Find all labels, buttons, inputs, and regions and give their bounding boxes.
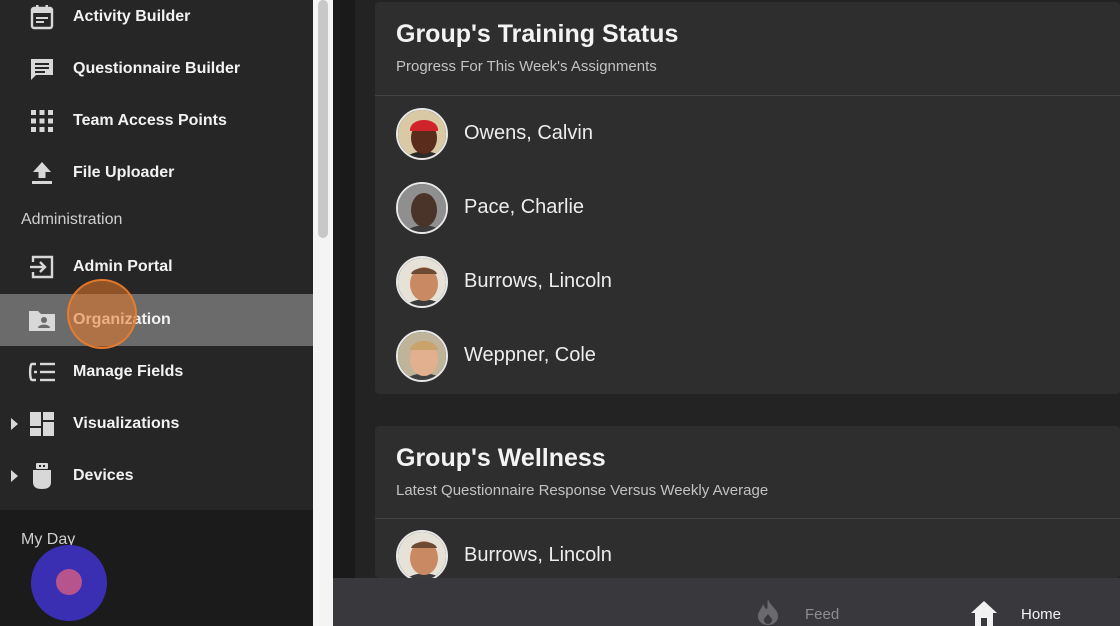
sidebar-item-label: Team Access Points: [73, 112, 227, 129]
athlete-row[interactable]: Pace, Charlie: [375, 170, 1120, 244]
section-label-administration: Administration: [21, 211, 123, 228]
sidebar-item-organization[interactable]: Organization: [0, 294, 313, 346]
nav-feed-label: Feed: [805, 606, 840, 623]
dashboard-icon: [28, 410, 56, 438]
sidebar-item-activity-builder[interactable]: Activity Builder: [0, 0, 313, 43]
sidebar-scrollbar-thumb[interactable]: [318, 0, 328, 238]
expand-caret-icon[interactable]: [11, 418, 18, 430]
sidebar: Activity Builder Questionnaire Builder T…: [0, 0, 313, 626]
card-subtitle: Latest Questionnaire Response Versus Wee…: [396, 482, 769, 499]
card-title: Group's Training Status: [396, 20, 679, 48]
sidebar-item-label: Activity Builder: [73, 8, 191, 25]
expand-caret-icon[interactable]: [11, 470, 18, 482]
card-title: Group's Wellness: [396, 444, 606, 472]
athlete-row[interactable]: Weppner, Cole: [375, 318, 1120, 392]
avatar: [396, 530, 448, 582]
login-arrow-icon: [28, 253, 56, 281]
sidebar-item-label: File Uploader: [73, 164, 175, 181]
device-icon: [28, 462, 56, 490]
calendar-icon: [28, 3, 56, 31]
nav-home[interactable]: Home: [970, 578, 1080, 626]
athlete-row[interactable]: Owens, Calvin: [375, 96, 1120, 170]
athlete-row[interactable]: Burrows, Lincoln: [375, 244, 1120, 318]
avatar: [396, 108, 448, 160]
avatar: [396, 256, 448, 308]
avatar: [396, 182, 448, 234]
nav-home-label: Home: [1021, 606, 1062, 623]
comment-icon: [28, 55, 56, 83]
apps-grid-icon: [28, 107, 56, 135]
athlete-name: Owens, Calvin: [464, 122, 593, 144]
bottom-navigation: Feed Home: [333, 578, 1120, 626]
sidebar-item-questionnaire-builder[interactable]: Questionnaire Builder: [0, 43, 313, 95]
athlete-name: Pace, Charlie: [464, 196, 585, 218]
sidebar-item-manage-fields[interactable]: Manage Fields: [0, 346, 313, 398]
sidebar-item-visualizations[interactable]: Visualizations: [0, 398, 313, 450]
sidebar-item-team-access-points[interactable]: Team Access Points: [0, 95, 313, 147]
sidebar-item-file-uploader[interactable]: File Uploader: [0, 147, 313, 199]
sidebar-item-label: Questionnaire Builder: [73, 60, 241, 77]
athlete-name: Burrows, Lincoln: [464, 270, 612, 292]
list-icon: [28, 358, 56, 386]
athlete-name: Burrows, Lincoln: [464, 544, 612, 566]
athlete-name: Weppner, Cole: [464, 344, 596, 366]
sidebar-item-label: Admin Portal: [73, 258, 173, 275]
sidebar-item-admin-portal[interactable]: Admin Portal: [0, 241, 313, 293]
sidebar-item-label: Manage Fields: [73, 363, 184, 380]
sidebar-item-devices[interactable]: Devices: [0, 450, 313, 502]
sidebar-item-label: Devices: [73, 467, 134, 484]
folder-person-icon: [28, 306, 56, 334]
wellness-card: Group's Wellness Latest Questionnaire Re…: [375, 426, 1120, 582]
upload-icon: [28, 159, 56, 187]
training-status-card: Group's Training Status Progress For Thi…: [375, 2, 1120, 394]
fab-dot-icon: [56, 569, 82, 595]
avatar: [396, 330, 448, 382]
nav-feed[interactable]: Feed: [756, 578, 886, 626]
home-icon: [970, 600, 998, 626]
card-subtitle: Progress For This Week's Assignments: [396, 58, 657, 75]
click-indicator: [67, 279, 137, 349]
sidebar-item-label: Visualizations: [73, 415, 180, 432]
flame-icon: [756, 598, 780, 626]
